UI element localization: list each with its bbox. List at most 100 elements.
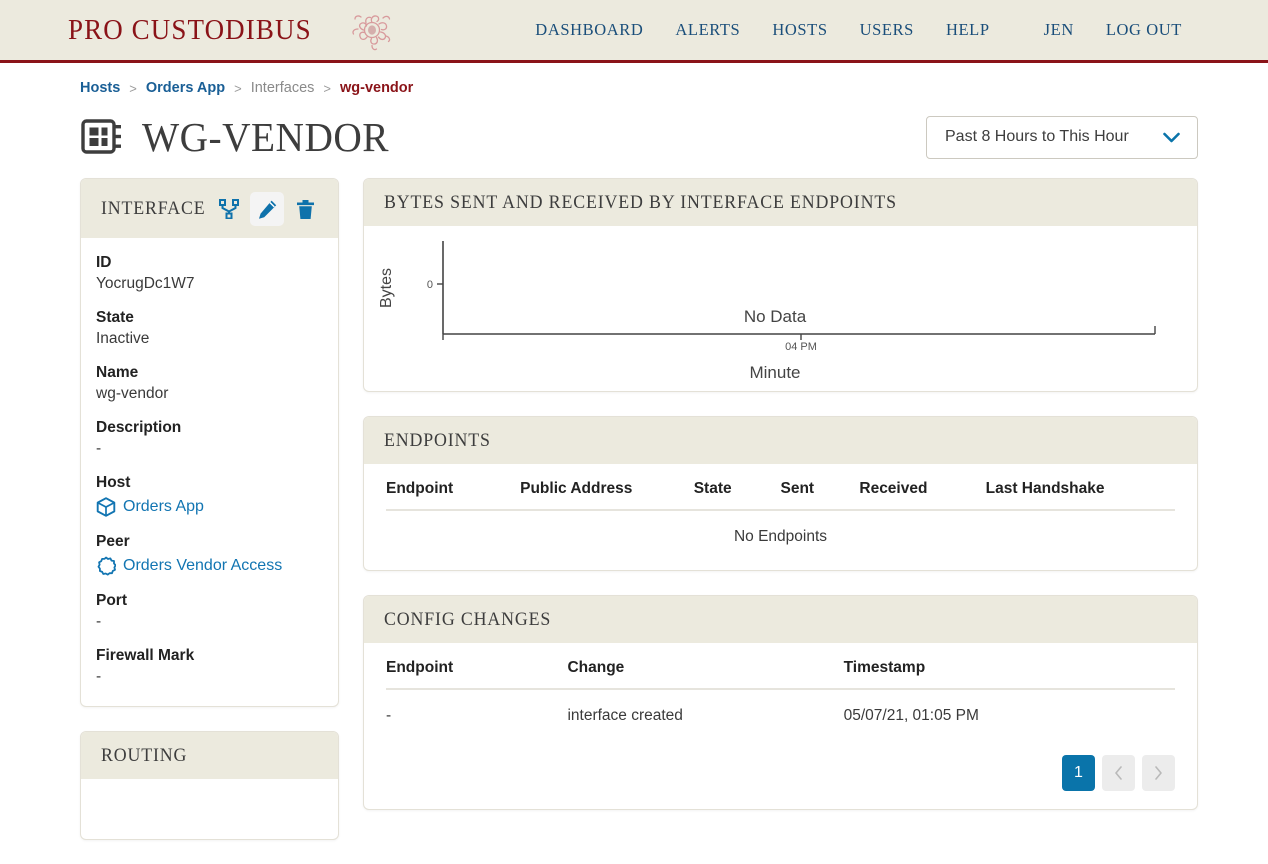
date-range-value: Past 8 Hours to This Hour (945, 128, 1129, 146)
field-value-name: wg-vendor (96, 385, 318, 403)
nav-logout[interactable]: LOG OUT (1090, 20, 1198, 40)
endpoints-header-row: Endpoint Public Address State Sent Recei… (386, 464, 1175, 510)
page-title: WG-VENDOR (142, 113, 389, 161)
interface-chip-icon (80, 116, 126, 158)
endpoints-empty-row: No Endpoints (386, 510, 1175, 562)
page-title-row: WG-VENDOR Past 8 Hours to This Hour (80, 113, 1198, 161)
left-column: INTERFACE Edit (80, 178, 339, 864)
breadcrumb-item-current: wg-vendor (340, 80, 413, 96)
col-endpoint: Endpoint (386, 464, 520, 510)
config-changes-card: CONFIG CHANGES Endpoint Change Timestamp… (363, 595, 1198, 810)
interface-details: ID YocrugDc1W7 State Inactive Name wg-ve… (81, 238, 338, 706)
delete-trash-icon (296, 199, 315, 220)
nav-dashboard[interactable]: DASHBOARD (519, 20, 659, 40)
date-range-select[interactable]: Past 8 Hours to This Hour (926, 116, 1198, 159)
field-label-firewall-mark: Firewall Mark (96, 647, 318, 665)
col-state: State (694, 464, 781, 510)
chevron-down-icon (1163, 132, 1180, 143)
routes-branch-icon (219, 199, 239, 219)
top-header-bar: PRO CUSTODIBUS DASHBOARD ALERTS HO (0, 0, 1268, 63)
endpoints-empty-message: No Endpoints (386, 510, 1175, 562)
breadcrumb-item-hosts[interactable]: Hosts (80, 80, 120, 96)
main-navigation: DASHBOARD ALERTS HOSTS USERS HELP JEN LO… (519, 20, 1198, 40)
bytes-chart-header: BYTES SENT AND RECEIVED BY INTERFACE END… (364, 179, 1197, 226)
breadcrumb: Hosts > Orders App > Interfaces > wg-ven… (80, 80, 1268, 96)
nav-users[interactable]: USERS (844, 20, 930, 40)
nav-user-jen[interactable]: JEN (1028, 20, 1090, 40)
config-changes-title: CONFIG CHANGES (384, 609, 551, 631)
peer-link[interactable]: Orders Vendor Access (123, 557, 282, 575)
routing-card-body (81, 779, 338, 839)
cell-cc-change: interface created (567, 689, 843, 741)
routes-button[interactable] (212, 192, 246, 226)
chart-y-axis-label: Bytes (378, 268, 395, 308)
prev-page-button[interactable] (1102, 755, 1135, 791)
config-changes-header-row: Endpoint Change Timestamp (386, 643, 1175, 689)
page-1-button[interactable]: 1 (1062, 755, 1095, 791)
cell-cc-endpoint: - (386, 689, 567, 741)
cube-icon (96, 497, 116, 517)
field-value-id: YocrugDc1W7 (96, 275, 318, 293)
field-value-port: - (96, 613, 318, 631)
field-label-port: Port (96, 592, 318, 610)
breadcrumb-separator: > (129, 81, 137, 96)
field-label-host: Host (96, 474, 318, 492)
endpoints-table-wrap: Endpoint Public Address State Sent Recei… (364, 464, 1197, 570)
medusa-head-icon (348, 7, 396, 53)
endpoints-card-header: ENDPOINTS (364, 417, 1197, 464)
brand-name: PRO CUSTODIBUS (68, 14, 312, 47)
nav-alerts[interactable]: ALERTS (659, 20, 756, 40)
page-content: INTERFACE Edit (80, 178, 1198, 864)
col-cc-timestamp: Timestamp (844, 643, 1175, 689)
endpoints-table: Endpoint Public Address State Sent Recei… (386, 464, 1175, 562)
table-row: - interface created 05/07/21, 01:05 PM (386, 689, 1175, 741)
field-value-peer: Orders Vendor Access (96, 556, 318, 576)
chart-x-tick-04pm: 04 PM (785, 341, 817, 353)
chart-x-axis-label: Minute (749, 363, 800, 382)
col-public-address: Public Address (520, 464, 694, 510)
col-received: Received (859, 464, 985, 510)
field-label-state: State (96, 309, 318, 327)
edit-pencil-icon (257, 199, 278, 220)
chart-empty-message: No Data (744, 307, 807, 326)
interface-card: INTERFACE Edit (80, 178, 339, 707)
routing-card-header: ROUTING (81, 732, 338, 779)
breadcrumb-item-interfaces[interactable]: Interfaces (251, 80, 315, 96)
nav-help[interactable]: HELP (930, 20, 1006, 40)
config-changes-table-wrap: Endpoint Change Timestamp - interface cr… (364, 643, 1197, 749)
interface-card-actions (212, 192, 322, 226)
right-column: BYTES SENT AND RECEIVED BY INTERFACE END… (363, 178, 1198, 834)
routing-card: ROUTING (80, 731, 339, 840)
breadcrumb-item-orders-app[interactable]: Orders App (146, 80, 225, 96)
col-last-handshake: Last Handshake (986, 464, 1175, 510)
col-sent: Sent (780, 464, 859, 510)
field-label-id: ID (96, 254, 318, 272)
field-label-description: Description (96, 419, 318, 437)
field-value-host: Orders App (96, 497, 318, 517)
breadcrumb-separator: > (323, 81, 331, 96)
col-cc-endpoint: Endpoint (386, 643, 567, 689)
brand-logo[interactable]: PRO CUSTODIBUS (68, 7, 396, 53)
cell-cc-timestamp: 05/07/21, 01:05 PM (844, 689, 1175, 741)
bytes-chart-body: 0 Bytes 04 PM Minute No Data (364, 226, 1197, 391)
field-value-firewall-mark: - (96, 668, 318, 686)
host-link[interactable]: Orders App (123, 498, 204, 516)
cog-circle-icon (96, 556, 116, 576)
bytes-chart-title: BYTES SENT AND RECEIVED BY INTERFACE END… (384, 192, 897, 214)
field-label-name: Name (96, 364, 318, 382)
chevron-left-icon (1114, 766, 1123, 780)
chart-y-tick-0: 0 (427, 279, 433, 291)
next-page-button[interactable] (1142, 755, 1175, 791)
endpoints-card-title: ENDPOINTS (384, 430, 491, 452)
nav-hosts[interactable]: HOSTS (756, 20, 843, 40)
routing-card-title: ROUTING (101, 745, 187, 767)
interface-card-header: INTERFACE Edit (81, 179, 338, 238)
edit-button[interactable] (250, 192, 284, 226)
interface-card-title: INTERFACE (101, 198, 206, 220)
delete-button[interactable] (288, 192, 322, 226)
bytes-chart-card: BYTES SENT AND RECEIVED BY INTERFACE END… (363, 178, 1198, 392)
breadcrumb-separator: > (234, 81, 242, 96)
config-changes-header: CONFIG CHANGES (364, 596, 1197, 643)
config-changes-pagination: 1 (364, 749, 1197, 809)
col-cc-change: Change (567, 643, 843, 689)
